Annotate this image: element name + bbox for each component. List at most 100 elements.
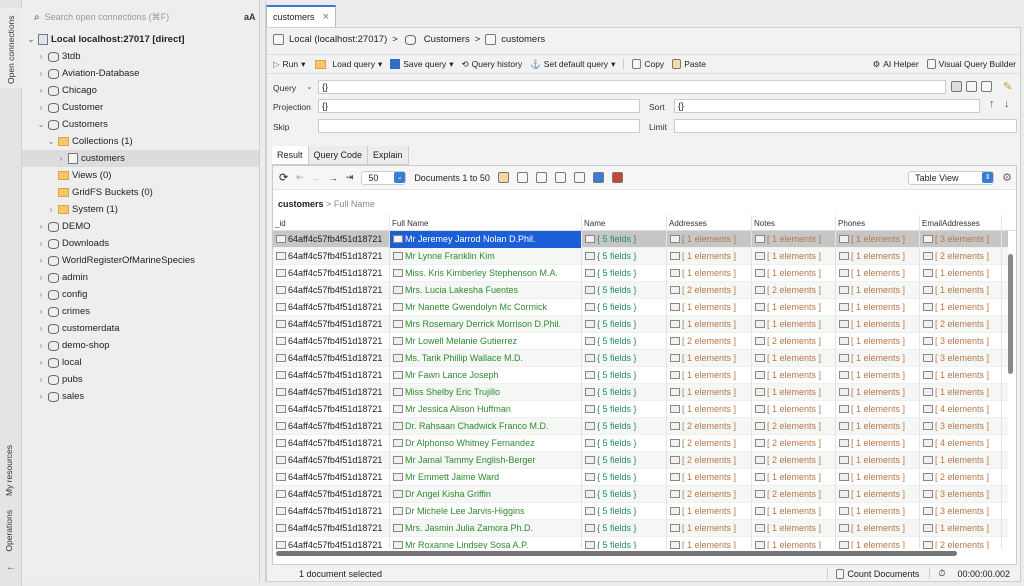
table-cell[interactable]: [ 1 elements ] (752, 298, 836, 316)
table-cell[interactable]: { 5 fields } (582, 502, 667, 520)
view-document-icon[interactable] (573, 172, 585, 183)
table-row[interactable]: 64aff4c57fb4f51d18721 Dr Michele Lee Jarv… (273, 502, 1008, 520)
chevron-right-icon[interactable]: › (36, 273, 46, 282)
table-cell[interactable]: { 5 fields } (582, 485, 667, 503)
copy-button[interactable]: Copy (623, 59, 664, 69)
tree-item-customerdata[interactable]: › customerdata (22, 320, 259, 337)
chevron-down-icon[interactable]: ⌄ (36, 120, 46, 129)
table-row[interactable]: 64aff4c57fb4f51d18721 Mr Jamal Tammy Engl… (273, 451, 1008, 469)
table-cell[interactable]: [ 2 elements ] (667, 451, 752, 469)
chevron-right-icon[interactable]: › (46, 205, 56, 214)
table-cell[interactable]: [ 1 elements ] (836, 434, 920, 452)
table-cell[interactable]: [ 1 elements ] (752, 247, 836, 265)
last-page-icon[interactable]: ⇥ (346, 172, 354, 183)
chevron-right-icon[interactable]: › (36, 290, 46, 299)
table-cell[interactable]: 64aff4c57fb4f51d18721 (273, 264, 390, 282)
sort-input[interactable]: {} (674, 99, 980, 113)
column-header[interactable]: Addresses (667, 215, 752, 230)
table-cell[interactable]: { 5 fields } (582, 315, 667, 333)
table-cell[interactable]: Dr Michele Lee Jarvis-Higgins (390, 502, 582, 520)
table-cell[interactable]: { 5 fields } (582, 434, 667, 452)
table-cell[interactable]: [ 1 elements ] (752, 536, 836, 549)
table-cell[interactable]: [ 2 elements ] (752, 434, 836, 452)
tree-item-3tdb[interactable]: › 3tdb (22, 48, 259, 65)
table-row[interactable]: 64aff4c57fb4f51d18721 Mr Jessica Alison H… (273, 400, 1008, 418)
table-cell[interactable]: [ 1 elements ] (920, 383, 1002, 401)
table-cell[interactable]: Dr Angel Kisha Griffin (390, 485, 582, 503)
table-cell[interactable]: [ 1 elements ] (836, 247, 920, 265)
horizontal-scrollbar[interactable] (276, 551, 957, 556)
tab-result[interactable]: Result (272, 146, 309, 164)
tree-item-customers[interactable]: ⌄ Customers (22, 116, 259, 133)
table-row[interactable]: 64aff4c57fb4f51d18721 Mr Lowell Melanie G… (273, 332, 1008, 350)
table-cell[interactable]: 64aff4c57fb4f51d18721 (273, 485, 390, 503)
table-cell[interactable]: [ 1 elements ] (752, 400, 836, 418)
breadcrumb-connection[interactable]: Local (localhost:27017) (289, 34, 387, 45)
column-header[interactable]: _id (273, 215, 390, 230)
settings-doc-icon[interactable] (981, 81, 992, 92)
back-arrow-icon[interactable]: ← (6, 562, 16, 573)
query-history-button[interactable]: ⟲ Query history (462, 59, 523, 70)
table-cell[interactable]: Mr Jamal Tammy English-Berger (390, 451, 582, 469)
tab-my-resources[interactable]: My resources (4, 445, 14, 496)
table-cell[interactable]: [ 3 elements ] (920, 332, 1002, 350)
previous-page-icon[interactable]: ← (312, 173, 321, 183)
table-cell[interactable]: [ 1 elements ] (667, 349, 752, 367)
table-cell[interactable]: [ 2 elements ] (667, 332, 752, 350)
connection-node[interactable]: ⌄ Local localhost:27017 [direct] (22, 31, 259, 48)
tree-item-demo[interactable]: › DEMO (22, 218, 259, 235)
tab-customers[interactable]: customers × (266, 5, 336, 27)
table-cell[interactable]: { 5 fields } (582, 519, 667, 537)
breadcrumb-database[interactable]: Customers (424, 34, 470, 45)
table-cell[interactable]: [ 1 elements ] (836, 264, 920, 282)
table-cell[interactable]: [ 1 elements ] (667, 400, 752, 418)
table-cell[interactable]: { 5 fields } (582, 417, 667, 435)
table-cell[interactable]: { 5 fields } (582, 383, 667, 401)
table-cell[interactable]: Mr Lowell Melanie Gutierrez (390, 332, 582, 350)
chevron-right-icon[interactable]: › (36, 307, 46, 316)
table-cell[interactable]: [ 1 elements ] (836, 400, 920, 418)
chevron-right-icon[interactable]: › (36, 239, 46, 248)
table-cell[interactable]: [ 3 elements ] (920, 502, 1002, 520)
table-cell[interactable]: [ 1 elements ] (836, 332, 920, 350)
sort-ascending-icon[interactable]: ↑ (989, 98, 995, 110)
table-cell[interactable]: [ 1 elements ] (752, 349, 836, 367)
tree-item-demo-shop[interactable]: › demo-shop (22, 337, 259, 354)
tree-item-crimes[interactable]: › crimes (22, 303, 259, 320)
search-input[interactable]: Search open connections (⌘F) (45, 12, 170, 23)
vertical-scrollbar[interactable] (1008, 254, 1013, 374)
table-cell[interactable]: Mr Nanette Gwendolyn Mc Cormick (390, 298, 582, 316)
query-input[interactable]: {} (318, 80, 946, 94)
table-row[interactable]: 64aff4c57fb4f51d18721 Mrs. Jasmin Julia Z… (273, 519, 1008, 537)
tree-item-customer[interactable]: › Customer (22, 99, 259, 116)
table-cell[interactable]: 64aff4c57fb4f51d18721 (273, 451, 390, 469)
table-cell[interactable]: 64aff4c57fb4f51d18721 (273, 298, 390, 316)
table-cell[interactable]: 64aff4c57fb4f51d18721 (273, 366, 390, 384)
table-cell[interactable]: 64aff4c57fb4f51d18721 (273, 519, 390, 537)
tree-item-worldregisterofmarinespecies[interactable]: › WorldRegisterOfMarineSpecies (22, 252, 259, 269)
tree-item-customers[interactable]: › customers (22, 150, 259, 167)
breadcrumb-collection[interactable]: customers (501, 34, 545, 45)
tree-item-pubs[interactable]: › pubs (22, 371, 259, 388)
table-cell[interactable]: [ 2 elements ] (752, 485, 836, 503)
ai-helper-button[interactable]: ⚙ AI Helper (873, 59, 919, 70)
table-cell[interactable]: 64aff4c57fb4f51d18721 (273, 502, 390, 520)
clear-broom-icon[interactable]: ✎ (1003, 80, 1012, 93)
page-size-select[interactable]: 50 ⌄ (361, 170, 407, 185)
column-header[interactable]: Phones (836, 215, 920, 230)
path-root[interactable]: customers (278, 199, 324, 209)
table-cell[interactable]: Mr Jessica Alison Huffman (390, 400, 582, 418)
tree-item-system-1-[interactable]: › System (1) (22, 201, 259, 218)
view-mode-select[interactable]: Table View ⇕ (908, 170, 995, 185)
chevron-right-icon[interactable]: › (36, 358, 46, 367)
table-cell[interactable]: { 5 fields } (582, 332, 667, 350)
table-cell[interactable]: [ 1 elements ] (836, 281, 920, 299)
tree-item-local[interactable]: › local (22, 354, 259, 371)
table-cell[interactable]: 64aff4c57fb4f51d18721 (273, 315, 390, 333)
format-icon[interactable] (951, 81, 962, 92)
table-cell[interactable]: [ 1 elements ] (920, 264, 1002, 282)
table-row[interactable]: 64aff4c57fb4f51d18721 Dr Alphonso Whitney… (273, 434, 1008, 452)
table-cell[interactable]: Miss. Kris Kimberley Stephenson M.A. (390, 264, 582, 282)
tree-item-admin[interactable]: › admin (22, 269, 259, 286)
refresh-icon[interactable]: ⟳ (279, 171, 288, 184)
